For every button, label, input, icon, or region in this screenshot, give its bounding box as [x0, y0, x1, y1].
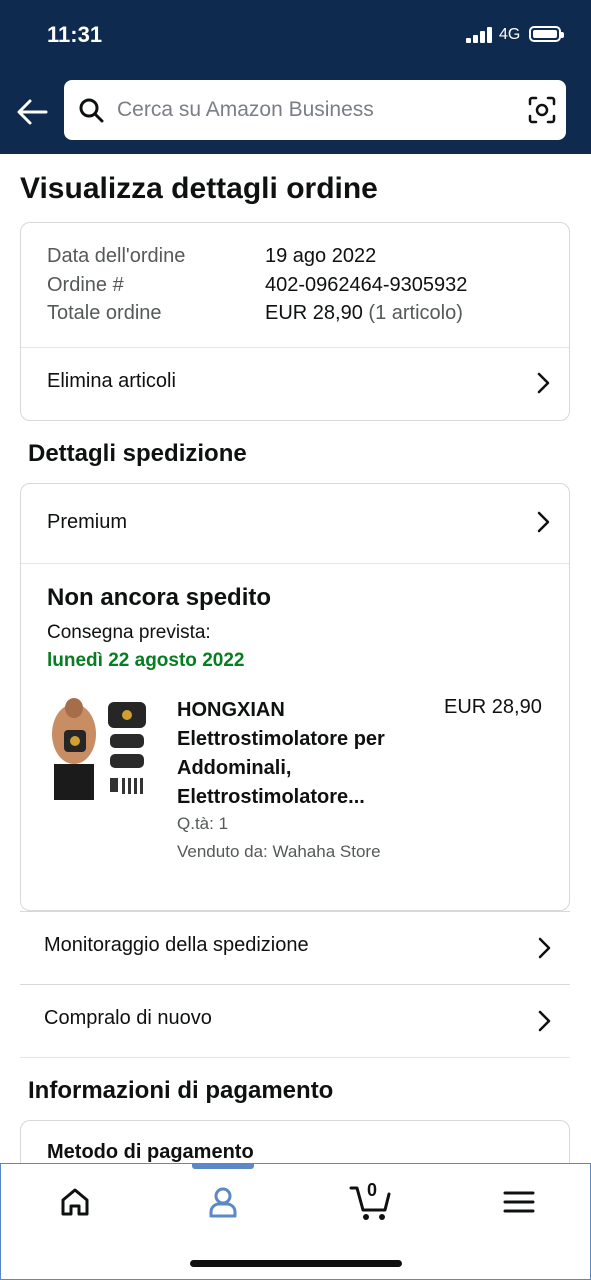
delete-items-label: Elimina articoli	[47, 370, 176, 392]
order-total: EUR 28,90 (1 articolo)	[265, 302, 463, 325]
battery-icon	[529, 26, 564, 42]
menu-icon[interactable]	[499, 1182, 539, 1222]
status-bar: 11:31 4G	[0, 0, 591, 70]
track-shipment-row[interactable]: Monitoraggio della spedizione	[20, 911, 570, 984]
order-total-label: Totale ordine	[47, 302, 162, 324]
shipping-method-label: Premium	[47, 511, 128, 533]
divider	[21, 563, 569, 564]
product-image[interactable]	[46, 694, 150, 802]
shipment-card: Premium Non ancora spedito Consegna prev…	[20, 483, 570, 911]
chevron-right-icon	[537, 372, 550, 394]
product-seller: Venduto da: Wahaha Store	[177, 842, 381, 861]
product-title-line: Addominali,	[177, 757, 292, 779]
chevron-right-icon	[538, 1010, 551, 1032]
buy-again-label: Compralo di nuovo	[44, 1007, 212, 1029]
product-title-line: HONGXIAN	[177, 699, 285, 721]
order-total-items: (1 articolo)	[368, 302, 463, 324]
payment-section-title: Informazioni di pagamento	[28, 1077, 334, 1104]
divider	[20, 1057, 570, 1058]
shipping-section-title: Dettagli spedizione	[28, 440, 247, 467]
page-title: Visualizza dettagli ordine	[20, 172, 378, 205]
signal-icon	[466, 27, 492, 43]
order-summary-card: Data dell'ordine 19 ago 2022 Ordine # 40…	[20, 222, 570, 421]
product-title-line: Elettrostimolatore per	[177, 728, 385, 750]
order-total-value: EUR 28,90	[265, 302, 363, 324]
shipment-status: Non ancora spedito	[47, 584, 272, 611]
chevron-right-icon	[538, 937, 551, 959]
app-header: Cerca su Amazon Business	[0, 70, 591, 154]
track-shipment-label: Monitoraggio della spedizione	[44, 934, 309, 956]
search-bar[interactable]: Cerca su Amazon Business	[64, 80, 566, 140]
product-title[interactable]: HONGXIAN Elettrostimolatore per Addomina…	[177, 696, 417, 812]
camera-scan-icon[interactable]	[528, 96, 556, 124]
cart-count: 0	[367, 1180, 378, 1200]
product-title-line: Elettrostimolatore...	[177, 786, 365, 808]
delivery-label: Consegna prevista:	[47, 622, 211, 643]
search-input[interactable]: Cerca su Amazon Business	[117, 98, 374, 122]
back-arrow-icon[interactable]	[14, 94, 50, 130]
home-icon[interactable]	[55, 1182, 95, 1222]
delivery-date: lunedì 22 agosto 2022	[47, 650, 245, 671]
account-icon[interactable]	[203, 1182, 243, 1222]
order-date-value: 19 ago 2022	[265, 245, 377, 267]
payment-method-label: Metodo di pagamento	[47, 1141, 254, 1163]
order-number-label: Ordine #	[47, 274, 124, 296]
chevron-right-icon	[537, 511, 550, 533]
status-time: 11:31	[47, 22, 103, 47]
delete-items-row[interactable]: Elimina articoli	[21, 348, 569, 420]
network-type: 4G	[499, 26, 521, 43]
shipping-method-row[interactable]: Premium	[21, 484, 569, 562]
buy-again-row[interactable]: Compralo di nuovo	[20, 984, 570, 1057]
search-icon	[79, 98, 104, 123]
home-indicator	[190, 1260, 402, 1267]
order-number-value: 402-0962464-9305932	[265, 274, 468, 296]
product-quantity: Q.tà: 1	[177, 814, 229, 833]
cart-tab[interactable]: 0	[349, 1178, 395, 1224]
active-tab-indicator	[192, 1164, 254, 1169]
order-date-label: Data dell'ordine	[47, 245, 186, 267]
product-price: EUR 28,90	[444, 696, 542, 718]
